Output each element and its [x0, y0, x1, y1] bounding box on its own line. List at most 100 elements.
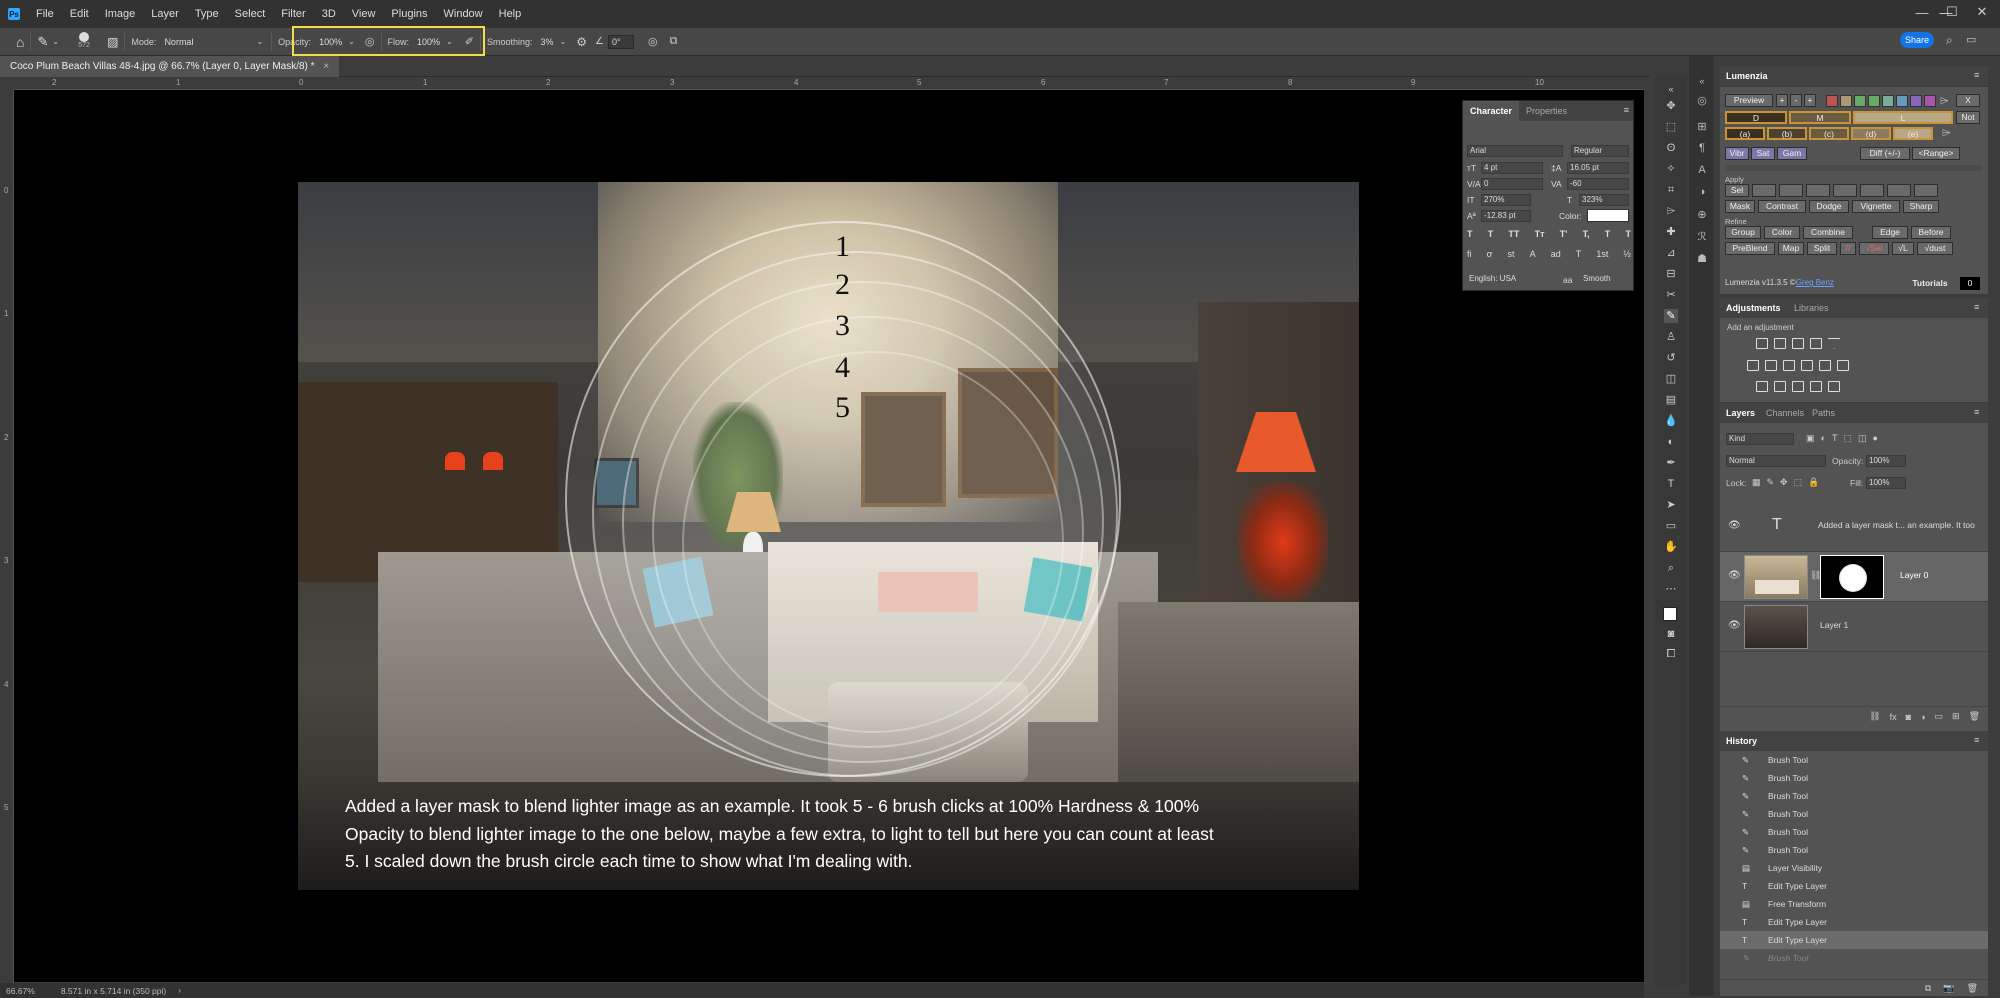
invert-icon[interactable] [1756, 381, 1768, 392]
hue-saturation-icon[interactable] [1747, 360, 1759, 371]
superscript-button[interactable]: T' [1560, 229, 1568, 245]
more-tools-icon[interactable]: ⋯ [1664, 582, 1678, 596]
history-row[interactable]: ✎ Brush Tool [1720, 769, 1988, 787]
vibrance-icon[interactable] [1828, 338, 1840, 349]
menu-filter[interactable]: Filter [273, 0, 313, 28]
search-icon[interactable]: ⌕ [1946, 33, 1953, 48]
history-row[interactable]: ▤ Layer Visibility [1720, 859, 1988, 877]
hue-icon-button[interactable] [1833, 184, 1857, 197]
history-row[interactable]: ✎ Brush Tool [1720, 841, 1988, 859]
brush-settings-icon[interactable]: ⊞ [1695, 120, 1709, 134]
eye-icon[interactable]: 👁 [1728, 570, 1741, 581]
channels-icon[interactable]: ☗ [1695, 252, 1709, 266]
stylistic-alternate-button[interactable]: ad [1551, 249, 1561, 265]
character-icon[interactable]: A [1695, 164, 1709, 178]
new-group-icon[interactable]: ▭ [1935, 711, 1944, 722]
tab-layers[interactable]: Layers [1726, 408, 1755, 418]
eyedropper-icon[interactable]: ⌲ [1940, 95, 1949, 108]
ligature-button[interactable]: fi [1467, 249, 1472, 265]
type-tool-icon[interactable]: T [1664, 477, 1678, 491]
not-button[interactable]: Not [1956, 111, 1980, 124]
panel-menu-icon[interactable]: ≡ [1974, 70, 1979, 80]
chevron-right-icon[interactable]: › [178, 986, 181, 995]
scissors-tool-icon[interactable]: ✂ [1664, 288, 1678, 302]
channel-mixer-icon[interactable] [1819, 360, 1831, 371]
brush-settings-icon[interactable]: ▨ [107, 35, 118, 49]
mode-select[interactable]: Normal [160, 34, 257, 49]
document-tab[interactable]: Coco Plum Beach Villas 48-4.jpg @ 66.7% … [0, 56, 340, 77]
minus-button[interactable]: - [1790, 94, 1802, 107]
horizontal-scale-input[interactable]: 323% [1579, 194, 1629, 206]
panel-menu-icon[interactable]: ≡ [1974, 735, 1979, 745]
eye-icon[interactable]: 👁 [1728, 620, 1741, 631]
baseline-shift-input[interactable]: -12.83 pt [1481, 210, 1531, 222]
font-size-input[interactable]: 4 pt [1481, 162, 1543, 174]
layer-filter-kind[interactable]: Kind [1726, 433, 1794, 445]
lumenzia-icon[interactable]: ◎ [1695, 94, 1709, 108]
check-l-button[interactable]: √L [1892, 242, 1914, 255]
home-icon[interactable]: ⌂ [16, 34, 24, 50]
preblend-button[interactable]: PreBlend [1725, 242, 1775, 255]
brush-preset-picker[interactable]: 572 [69, 30, 99, 54]
menu-select[interactable]: Select [227, 0, 274, 28]
ruler-tool-icon[interactable]: ⊿ [1664, 246, 1678, 260]
tab-channels[interactable]: Channels [1766, 408, 1804, 418]
history-brush-tool-icon[interactable]: ↺ [1664, 351, 1678, 365]
gam-button[interactable]: Gam [1777, 147, 1807, 160]
pen-tool-icon[interactable]: ✒ [1664, 456, 1678, 470]
brightness-icon[interactable] [1756, 338, 1768, 349]
exposure-icon-button[interactable] [1806, 184, 1830, 197]
layer-mask-thumbnail[interactable] [1820, 555, 1884, 599]
eyedropper-tool-icon[interactable]: ⌲ [1664, 204, 1678, 218]
underline-button[interactable]: T [1605, 229, 1611, 245]
history-row[interactable]: ▤ Free Transform [1720, 895, 1988, 913]
zone-m-button[interactable]: M [1789, 111, 1851, 124]
collapse-tools-icon[interactable]: « [1664, 82, 1678, 96]
history-row-undone[interactable]: ✎ Brush Tool [1720, 949, 1988, 967]
zone-d-lower-button[interactable]: (d) [1851, 127, 1891, 140]
menu-file[interactable]: File [28, 0, 62, 28]
zone-l-button[interactable]: L [1853, 111, 1953, 124]
color-balance-icon[interactable] [1765, 360, 1777, 371]
screen-mode-icon[interactable]: ⧠ [1664, 647, 1678, 661]
exposure-icon[interactable] [1810, 338, 1822, 349]
tracking-input[interactable]: -60 [1567, 178, 1629, 190]
blend-mode-select[interactable]: Normal [1726, 455, 1826, 467]
color-swatch-button[interactable] [1840, 95, 1852, 107]
trash-icon[interactable]: 🗑 [1967, 983, 1978, 994]
trash-icon[interactable]: 🗑 [1969, 711, 1980, 722]
preview-button[interactable]: Preview [1725, 94, 1773, 107]
menu-view[interactable]: View [344, 0, 384, 28]
close-window-button[interactable]: ✕ [1964, 0, 2000, 24]
menu-window[interactable]: Window [436, 0, 491, 28]
fx-icon[interactable]: fx [1890, 712, 1897, 722]
history-row[interactable]: ✎ Brush Tool [1720, 823, 1988, 841]
menu-image[interactable]: Image [97, 0, 144, 28]
history-row[interactable]: T Edit Type Layer [1720, 913, 1988, 931]
adjustments-icon[interactable]: ◑ [1695, 186, 1709, 200]
history-row[interactable]: T Edit Type Layer [1720, 877, 1988, 895]
crop-tool-icon[interactable]: ⌗ [1664, 183, 1678, 197]
path-icon[interactable]: ℛ [1695, 230, 1709, 244]
foreground-color-swatch[interactable] [1663, 607, 1677, 621]
range-button[interactable]: <Range> [1912, 147, 1960, 160]
color-swatch-button[interactable] [1868, 95, 1880, 107]
quick-mask-icon[interactable]: ◙ [1664, 627, 1678, 641]
zoom-tool-icon[interactable]: ⌕ [1664, 561, 1678, 575]
plus-button[interactable]: + [1776, 94, 1788, 107]
eye-icon[interactable]: 👁 [1728, 520, 1741, 531]
black-white-icon[interactable] [1783, 360, 1795, 371]
all-caps-button[interactable]: TT [1508, 229, 1519, 245]
curves-icon-button[interactable] [1752, 184, 1776, 197]
threshold-icon[interactable] [1792, 381, 1804, 392]
posterize-icon[interactable] [1774, 381, 1786, 392]
old-style-button[interactable]: ơ [1487, 249, 1493, 265]
healing-tool-icon[interactable]: ✚ [1664, 225, 1678, 239]
font-family-select[interactable]: Arial [1467, 145, 1563, 157]
color-swatch-button[interactable] [1826, 95, 1838, 107]
lasso-tool-icon[interactable]: ʘ [1664, 141, 1678, 155]
vibrance-icon-button[interactable] [1887, 184, 1911, 197]
language-select[interactable]: English: USA [1467, 274, 1553, 286]
plus-button[interactable]: + [1804, 94, 1816, 107]
smoothing-input[interactable]: 3% [536, 34, 558, 49]
